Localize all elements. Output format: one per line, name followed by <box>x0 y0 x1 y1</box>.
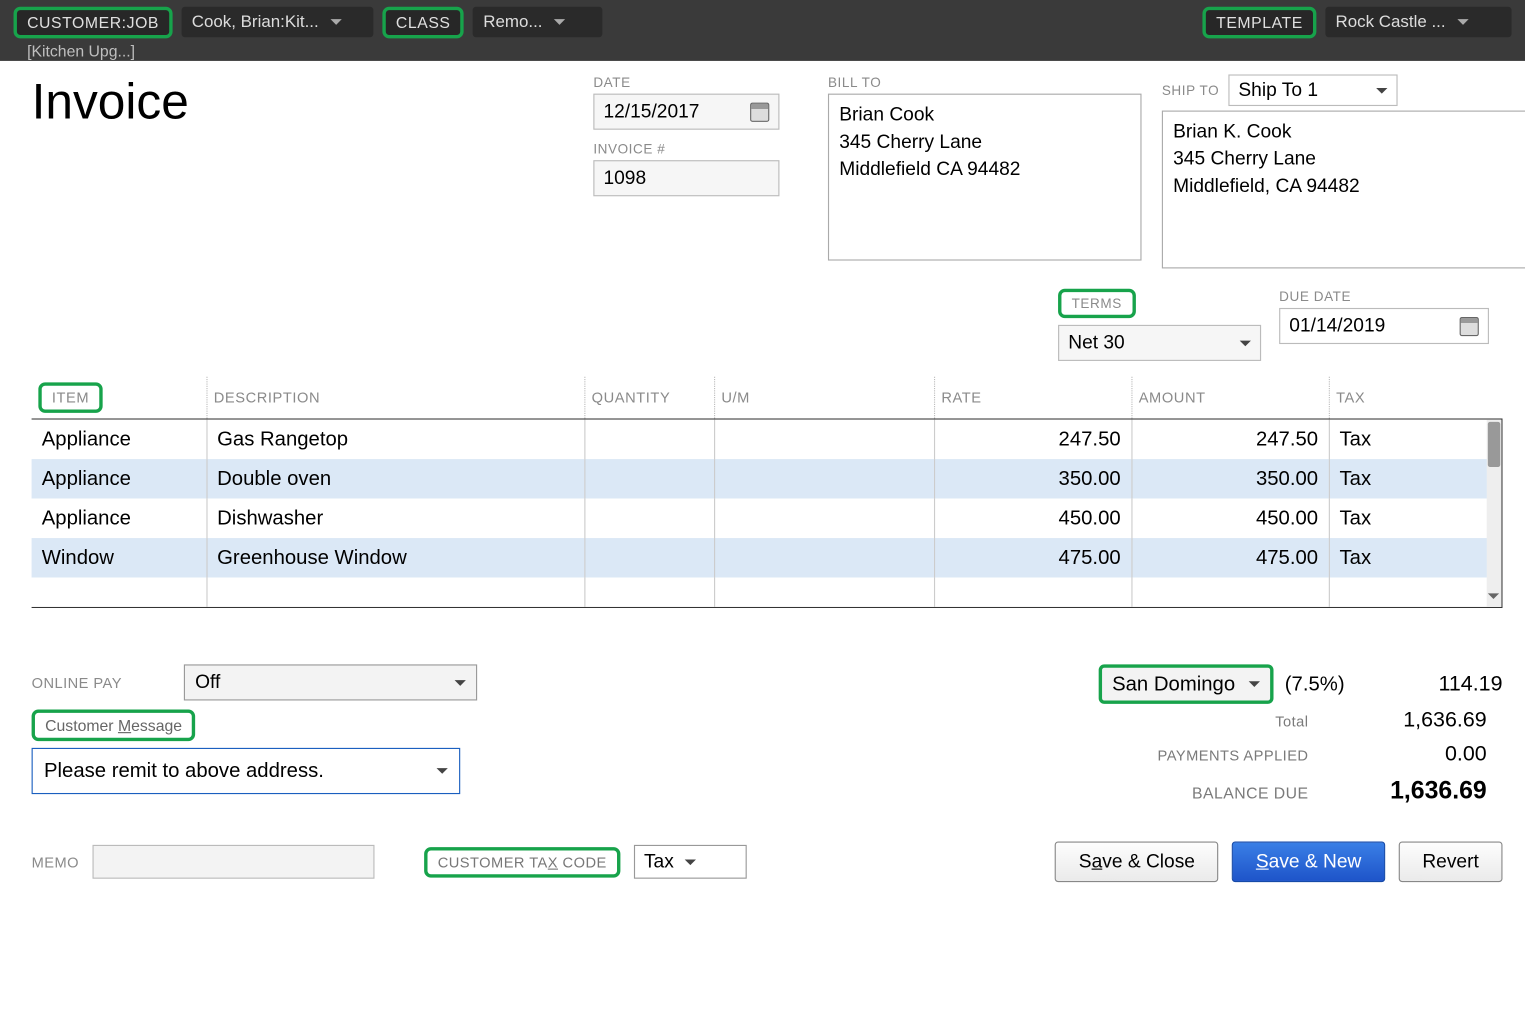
description-header: DESCRIPTION <box>206 377 584 419</box>
customer-job-label: CUSTOMER:JOB <box>14 7 173 39</box>
total-label: Total <box>1275 713 1308 730</box>
cell-description[interactable]: Double oven <box>206 459 584 498</box>
cell-rate[interactable]: 350.00 <box>934 459 1131 498</box>
customer-job-subtitle: [Kitchen Upg...] <box>27 42 135 60</box>
tax-amount: 114.19 <box>1356 672 1503 697</box>
customer-job-select[interactable]: Cook, Brian:Kit... <box>182 7 374 37</box>
balance-label: BALANCE DUE <box>1192 784 1308 802</box>
cell-tax[interactable]: Tax <box>1329 538 1501 577</box>
calendar-icon[interactable] <box>1460 316 1479 335</box>
line-items-table: ITEM DESCRIPTION QUANTITY U/M RATE AMOUN… <box>32 377 1503 419</box>
caret-down-icon <box>1249 681 1260 692</box>
payments-label: PAYMENTS APPLIED <box>1158 747 1309 764</box>
caret-down-icon <box>1240 340 1251 351</box>
cell-item[interactable]: Window <box>32 538 207 577</box>
cell-quantity[interactable] <box>584 538 714 577</box>
scroll-down-icon[interactable] <box>1488 593 1499 604</box>
terms-label: TERMS <box>1058 289 1135 318</box>
cell-rate[interactable]: 475.00 <box>934 538 1131 577</box>
tax-item-select[interactable]: San Domingo <box>1099 664 1274 703</box>
bill-to-label: BILL TO <box>828 74 1142 90</box>
caret-down-icon <box>1376 87 1387 98</box>
table-row[interactable]: ApplianceGas Rangetop247.50247.50Tax <box>32 420 1501 459</box>
tax-rate-text: (7.5%) <box>1285 672 1345 696</box>
invoice-no-label: INVOICE # <box>593 141 807 157</box>
due-date-input[interactable]: 01/14/2019 <box>1279 308 1489 344</box>
caret-down-icon <box>437 768 448 779</box>
save-close-button[interactable]: Save & Close <box>1055 841 1219 882</box>
customer-message-label: Customer Message <box>32 710 196 742</box>
terms-select[interactable]: Net 30 <box>1058 325 1261 361</box>
online-pay-label: ONLINE PAY <box>32 674 173 691</box>
due-date-label: DUE DATE <box>1279 289 1489 305</box>
tax-header: TAX <box>1329 377 1503 419</box>
save-new-button[interactable]: Save & New <box>1232 841 1385 882</box>
ship-to-textarea[interactable]: Brian K. Cook 345 Cherry Lane Middlefiel… <box>1162 111 1525 269</box>
scroll-thumb[interactable] <box>1488 422 1500 467</box>
cell-description[interactable]: Dishwasher <box>206 499 584 538</box>
caret-down-icon <box>330 19 341 30</box>
cell-description[interactable]: Gas Rangetop <box>206 420 584 459</box>
customer-tax-code-label: CUSTOMER TAX CODE <box>424 847 620 877</box>
caret-down-icon <box>455 680 466 691</box>
revert-button[interactable]: Revert <box>1399 841 1503 882</box>
table-row[interactable]: ApplianceDouble oven350.00350.00Tax <box>32 459 1501 498</box>
cell-item[interactable]: Appliance <box>32 499 207 538</box>
table-row[interactable] <box>32 578 1501 607</box>
date-input[interactable]: 12/15/2017 <box>593 94 779 130</box>
cell-um[interactable] <box>714 459 934 498</box>
memo-label: MEMO <box>32 853 79 870</box>
cell-amount[interactable]: 247.50 <box>1131 420 1328 459</box>
cell-tax[interactable]: Tax <box>1329 420 1501 459</box>
cell-rate[interactable]: 247.50 <box>934 420 1131 459</box>
cell-item[interactable]: Appliance <box>32 459 207 498</box>
cell-tax[interactable]: Tax <box>1329 499 1501 538</box>
cell-um[interactable] <box>714 420 934 459</box>
customer-message-select[interactable]: Please remit to above address. <box>32 748 461 794</box>
table-row[interactable]: WindowGreenhouse Window475.00475.00Tax <box>32 538 1501 577</box>
bill-to-textarea[interactable]: Brian Cook 345 Cherry Lane Middlefield C… <box>828 94 1142 261</box>
caret-down-icon <box>554 19 565 30</box>
customer-tax-code-select[interactable]: Tax <box>634 845 747 879</box>
cell-item[interactable]: Appliance <box>32 420 207 459</box>
cell-amount[interactable]: 450.00 <box>1131 499 1328 538</box>
amount-header: AMOUNT <box>1131 377 1328 419</box>
template-select[interactable]: Rock Castle ... <box>1325 7 1511 37</box>
caret-down-icon <box>1457 19 1468 30</box>
online-pay-select[interactable]: Off <box>184 664 477 700</box>
template-label: TEMPLATE <box>1203 7 1317 39</box>
cell-rate[interactable]: 450.00 <box>934 499 1131 538</box>
payments-value: 0.00 <box>1340 742 1487 767</box>
caret-down-icon <box>685 859 696 870</box>
class-label: CLASS <box>382 7 464 39</box>
date-label: DATE <box>593 74 807 90</box>
cell-quantity[interactable] <box>584 499 714 538</box>
quantity-header: QUANTITY <box>584 377 714 419</box>
cell-tax[interactable]: Tax <box>1329 459 1501 498</box>
invoice-no-input[interactable]: 1098 <box>593 160 779 196</box>
cell-amount[interactable]: 475.00 <box>1131 538 1328 577</box>
cell-um[interactable] <box>714 499 934 538</box>
cell-quantity[interactable] <box>584 459 714 498</box>
cell-um[interactable] <box>714 538 934 577</box>
toolbar: CUSTOMER:JOB Cook, Brian:Kit... CLASS Re… <box>0 0 1525 61</box>
um-header: U/M <box>714 377 934 419</box>
class-select[interactable]: Remo... <box>473 7 603 37</box>
calendar-icon[interactable] <box>750 102 769 121</box>
table-row[interactable]: ApplianceDishwasher450.00450.00Tax <box>32 499 1501 538</box>
rate-header: RATE <box>934 377 1131 419</box>
ship-to-label: SHIP TO <box>1162 82 1219 98</box>
page-title: Invoice <box>32 74 573 268</box>
cell-description[interactable]: Greenhouse Window <box>206 538 584 577</box>
item-header: ITEM <box>38 382 102 412</box>
cell-quantity[interactable] <box>584 420 714 459</box>
scrollbar[interactable] <box>1487 420 1502 607</box>
ship-to-select[interactable]: Ship To 1 <box>1228 74 1397 106</box>
total-value: 1,636.69 <box>1340 708 1487 733</box>
cell-amount[interactable]: 350.00 <box>1131 459 1328 498</box>
memo-input[interactable] <box>93 845 375 879</box>
balance-value: 1,636.69 <box>1340 776 1487 805</box>
